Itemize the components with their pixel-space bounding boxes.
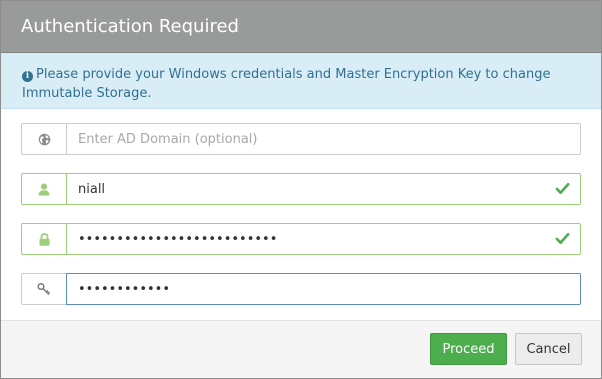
key-icon bbox=[21, 273, 66, 305]
encryption-key-field-group bbox=[21, 273, 581, 305]
dialog-header: Authentication Required bbox=[1, 1, 601, 53]
proceed-button[interactable]: Proceed bbox=[430, 333, 507, 365]
username-input-wrap bbox=[66, 173, 581, 205]
username-field-group bbox=[21, 173, 581, 205]
dialog-footer: Proceed Cancel bbox=[1, 320, 601, 378]
info-alert: i Please provide your Windows credentials… bbox=[1, 53, 601, 109]
cancel-button[interactable]: Cancel bbox=[515, 333, 582, 365]
username-input[interactable] bbox=[66, 173, 581, 205]
dialog-title: Authentication Required bbox=[21, 16, 239, 37]
globe-icon bbox=[21, 123, 66, 155]
user-icon bbox=[21, 173, 66, 205]
authentication-dialog: Authentication Required i Please provide … bbox=[0, 0, 602, 379]
lock-icon bbox=[21, 223, 66, 255]
password-input[interactable] bbox=[66, 223, 581, 255]
check-icon bbox=[555, 232, 570, 245]
info-message: Please provide your Windows credentials … bbox=[22, 67, 551, 101]
password-input-wrap bbox=[66, 223, 581, 255]
domain-field-group bbox=[21, 123, 581, 155]
ad-domain-input[interactable] bbox=[66, 123, 581, 155]
check-icon bbox=[555, 182, 570, 195]
password-field-group bbox=[21, 223, 581, 255]
master-encryption-key-input[interactable] bbox=[66, 273, 581, 305]
info-icon: i bbox=[22, 71, 33, 82]
credentials-form bbox=[1, 109, 601, 305]
